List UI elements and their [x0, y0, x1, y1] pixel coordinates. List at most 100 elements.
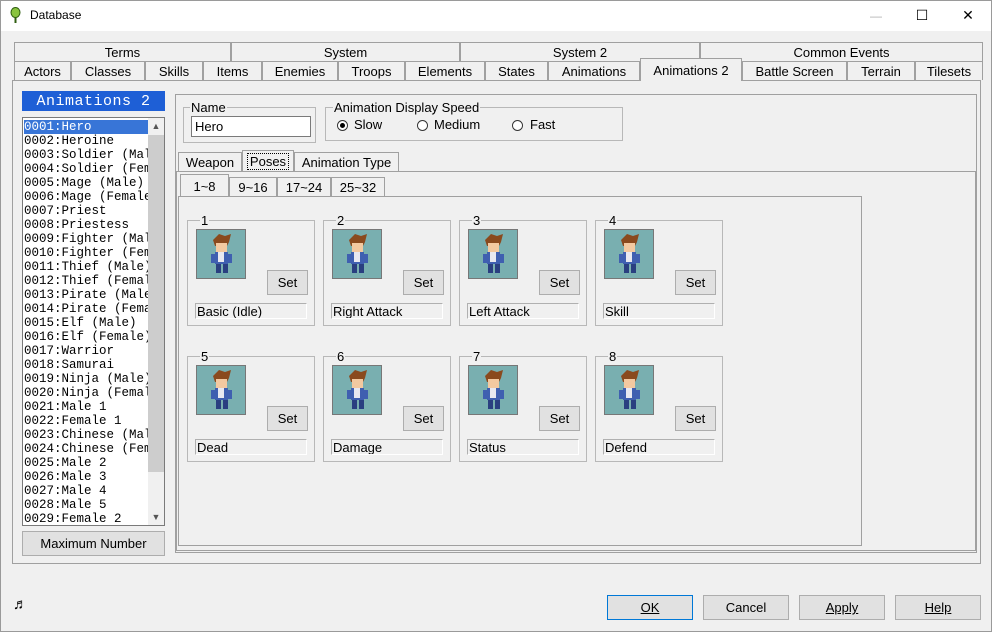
- list-item[interactable]: 0019:Ninja (Male): [24, 372, 149, 386]
- ok-button[interactable]: OK: [607, 595, 693, 620]
- list-item[interactable]: 0001:Hero: [24, 120, 149, 134]
- pose-box: 3 Set Left Attack: [459, 213, 587, 326]
- tab-states[interactable]: States: [485, 61, 548, 80]
- sprite-image: [483, 234, 504, 273]
- list-item[interactable]: 0010:Fighter (Fema: [24, 246, 149, 260]
- list-item[interactable]: 0016:Elf (Female): [24, 330, 149, 344]
- pose-name-field[interactable]: Status: [467, 439, 579, 455]
- tab-range-1-8[interactable]: 1~8: [180, 174, 229, 197]
- pose-sprite[interactable]: [468, 229, 518, 279]
- tab-animations-2[interactable]: Animations 2: [640, 58, 742, 81]
- tab-battle-screen[interactable]: Battle Screen: [742, 61, 847, 80]
- pose-sprite[interactable]: [604, 365, 654, 415]
- tab-poses[interactable]: Poses: [242, 150, 294, 171]
- list-item[interactable]: 0011:Thief (Male): [24, 260, 149, 274]
- list-item[interactable]: 0025:Male 2: [24, 456, 149, 470]
- tab-common-events[interactable]: Common Events: [700, 42, 983, 61]
- tab-range-17-24[interactable]: 17~24: [277, 177, 331, 196]
- list-item[interactable]: 0006:Mage (Female: [24, 190, 149, 204]
- pose-sprite[interactable]: [196, 365, 246, 415]
- cancel-button[interactable]: Cancel: [703, 595, 789, 620]
- pose-sprite[interactable]: [332, 365, 382, 415]
- list-item[interactable]: 0018:Samurai: [24, 358, 149, 372]
- minimize-button[interactable]: —: [853, 0, 899, 31]
- list-item[interactable]: 0007:Priest: [24, 204, 149, 218]
- tab-terms[interactable]: Terms: [14, 42, 231, 61]
- pose-sprite[interactable]: [332, 229, 382, 279]
- scrollbar-thumb[interactable]: [148, 135, 164, 472]
- name-input[interactable]: Hero: [191, 116, 311, 137]
- pose-number: 1: [200, 213, 210, 228]
- pose-name-field[interactable]: Dead: [195, 439, 307, 455]
- scroll-up-icon[interactable]: ▲: [148, 118, 164, 134]
- pose-set-button[interactable]: Set: [539, 406, 580, 431]
- list-item[interactable]: 0004:Soldier (Fema: [24, 162, 149, 176]
- pose-name-field[interactable]: Skill: [603, 303, 715, 319]
- pose-sprite[interactable]: [196, 229, 246, 279]
- pose-name-field[interactable]: Damage: [331, 439, 443, 455]
- list-item[interactable]: 0024:Chinese (Fem: [24, 442, 149, 456]
- pose-set-button[interactable]: Set: [675, 270, 716, 295]
- pose-sprite[interactable]: [468, 365, 518, 415]
- speed-fast-radio[interactable]: [512, 120, 523, 131]
- tab-terrain[interactable]: Terrain: [847, 61, 915, 80]
- pose-name-field[interactable]: Defend: [603, 439, 715, 455]
- apply-button[interactable]: Apply: [799, 595, 885, 620]
- tab-tilesets[interactable]: Tilesets: [915, 61, 983, 80]
- list-item[interactable]: 0029:Female 2: [24, 512, 149, 525]
- tab-troops[interactable]: Troops: [338, 61, 405, 80]
- pose-set-button[interactable]: Set: [403, 406, 444, 431]
- list-item[interactable]: 0017:Warrior: [24, 344, 149, 358]
- tab-actors[interactable]: Actors: [14, 61, 71, 80]
- list-item[interactable]: 0002:Heroine: [24, 134, 149, 148]
- pose-set-button[interactable]: Set: [403, 270, 444, 295]
- help-button[interactable]: Help: [895, 595, 981, 620]
- list-item[interactable]: 0009:Fighter (Male): [24, 232, 149, 246]
- list-item[interactable]: 0027:Male 4: [24, 484, 149, 498]
- tab-range-25-32[interactable]: 25~32: [331, 177, 385, 196]
- tab-items[interactable]: Items: [203, 61, 262, 80]
- pose-set-button[interactable]: Set: [675, 406, 716, 431]
- maximum-number-button[interactable]: Maximum Number: [22, 531, 165, 556]
- list-item[interactable]: 0008:Priestess: [24, 218, 149, 232]
- list-item[interactable]: 0005:Mage (Male): [24, 176, 149, 190]
- tab-skills[interactable]: Skills: [145, 61, 203, 80]
- list-item[interactable]: 0013:Pirate (Male): [24, 288, 149, 302]
- speed-slow-label[interactable]: Slow: [354, 117, 382, 132]
- pose-set-button[interactable]: Set: [539, 270, 580, 295]
- close-button[interactable]: ✕: [945, 0, 991, 31]
- tab-system[interactable]: System: [231, 42, 460, 61]
- list-item[interactable]: 0020:Ninja (Female: [24, 386, 149, 400]
- speed-fast-label[interactable]: Fast: [530, 117, 555, 132]
- list-item[interactable]: 0015:Elf (Male): [24, 316, 149, 330]
- list-item[interactable]: 0012:Thief (Female: [24, 274, 149, 288]
- tab-label: Animation Type: [301, 154, 392, 170]
- list-item[interactable]: 0014:Pirate (Femal: [24, 302, 149, 316]
- pose-set-button[interactable]: Set: [267, 270, 308, 295]
- tab-animations[interactable]: Animations: [548, 61, 640, 80]
- list-item[interactable]: 0022:Female 1: [24, 414, 149, 428]
- music-icon[interactable]: ♬: [13, 596, 28, 613]
- pose-name-field[interactable]: Left Attack: [467, 303, 579, 319]
- tab-classes[interactable]: Classes: [71, 61, 145, 80]
- speed-medium-radio[interactable]: [417, 120, 428, 131]
- list-item[interactable]: 0003:Soldier (Male): [24, 148, 149, 162]
- tab-range-9-16[interactable]: 9~16: [229, 177, 277, 196]
- tab-enemies[interactable]: Enemies: [262, 61, 338, 80]
- pose-set-button[interactable]: Set: [267, 406, 308, 431]
- maximize-button[interactable]: ☐: [899, 0, 945, 31]
- speed-medium-label[interactable]: Medium: [434, 117, 480, 132]
- tab-animation-type[interactable]: Animation Type: [294, 152, 399, 171]
- pose-name-field[interactable]: Basic (Idle): [195, 303, 307, 319]
- list-item[interactable]: 0023:Chinese (Male: [24, 428, 149, 442]
- pose-sprite[interactable]: [604, 229, 654, 279]
- list-item[interactable]: 0021:Male 1: [24, 400, 149, 414]
- tab-weapon[interactable]: Weapon: [178, 152, 242, 171]
- scroll-down-icon[interactable]: ▼: [148, 509, 164, 525]
- pose-name-field[interactable]: Right Attack: [331, 303, 443, 319]
- tab-elements[interactable]: Elements: [405, 61, 485, 80]
- list-item[interactable]: 0028:Male 5: [24, 498, 149, 512]
- list-item[interactable]: 0026:Male 3: [24, 470, 149, 484]
- animation-list[interactable]: 0001:Hero0002:Heroine0003:Soldier (Male)…: [22, 117, 165, 526]
- speed-slow-radio[interactable]: [337, 120, 348, 131]
